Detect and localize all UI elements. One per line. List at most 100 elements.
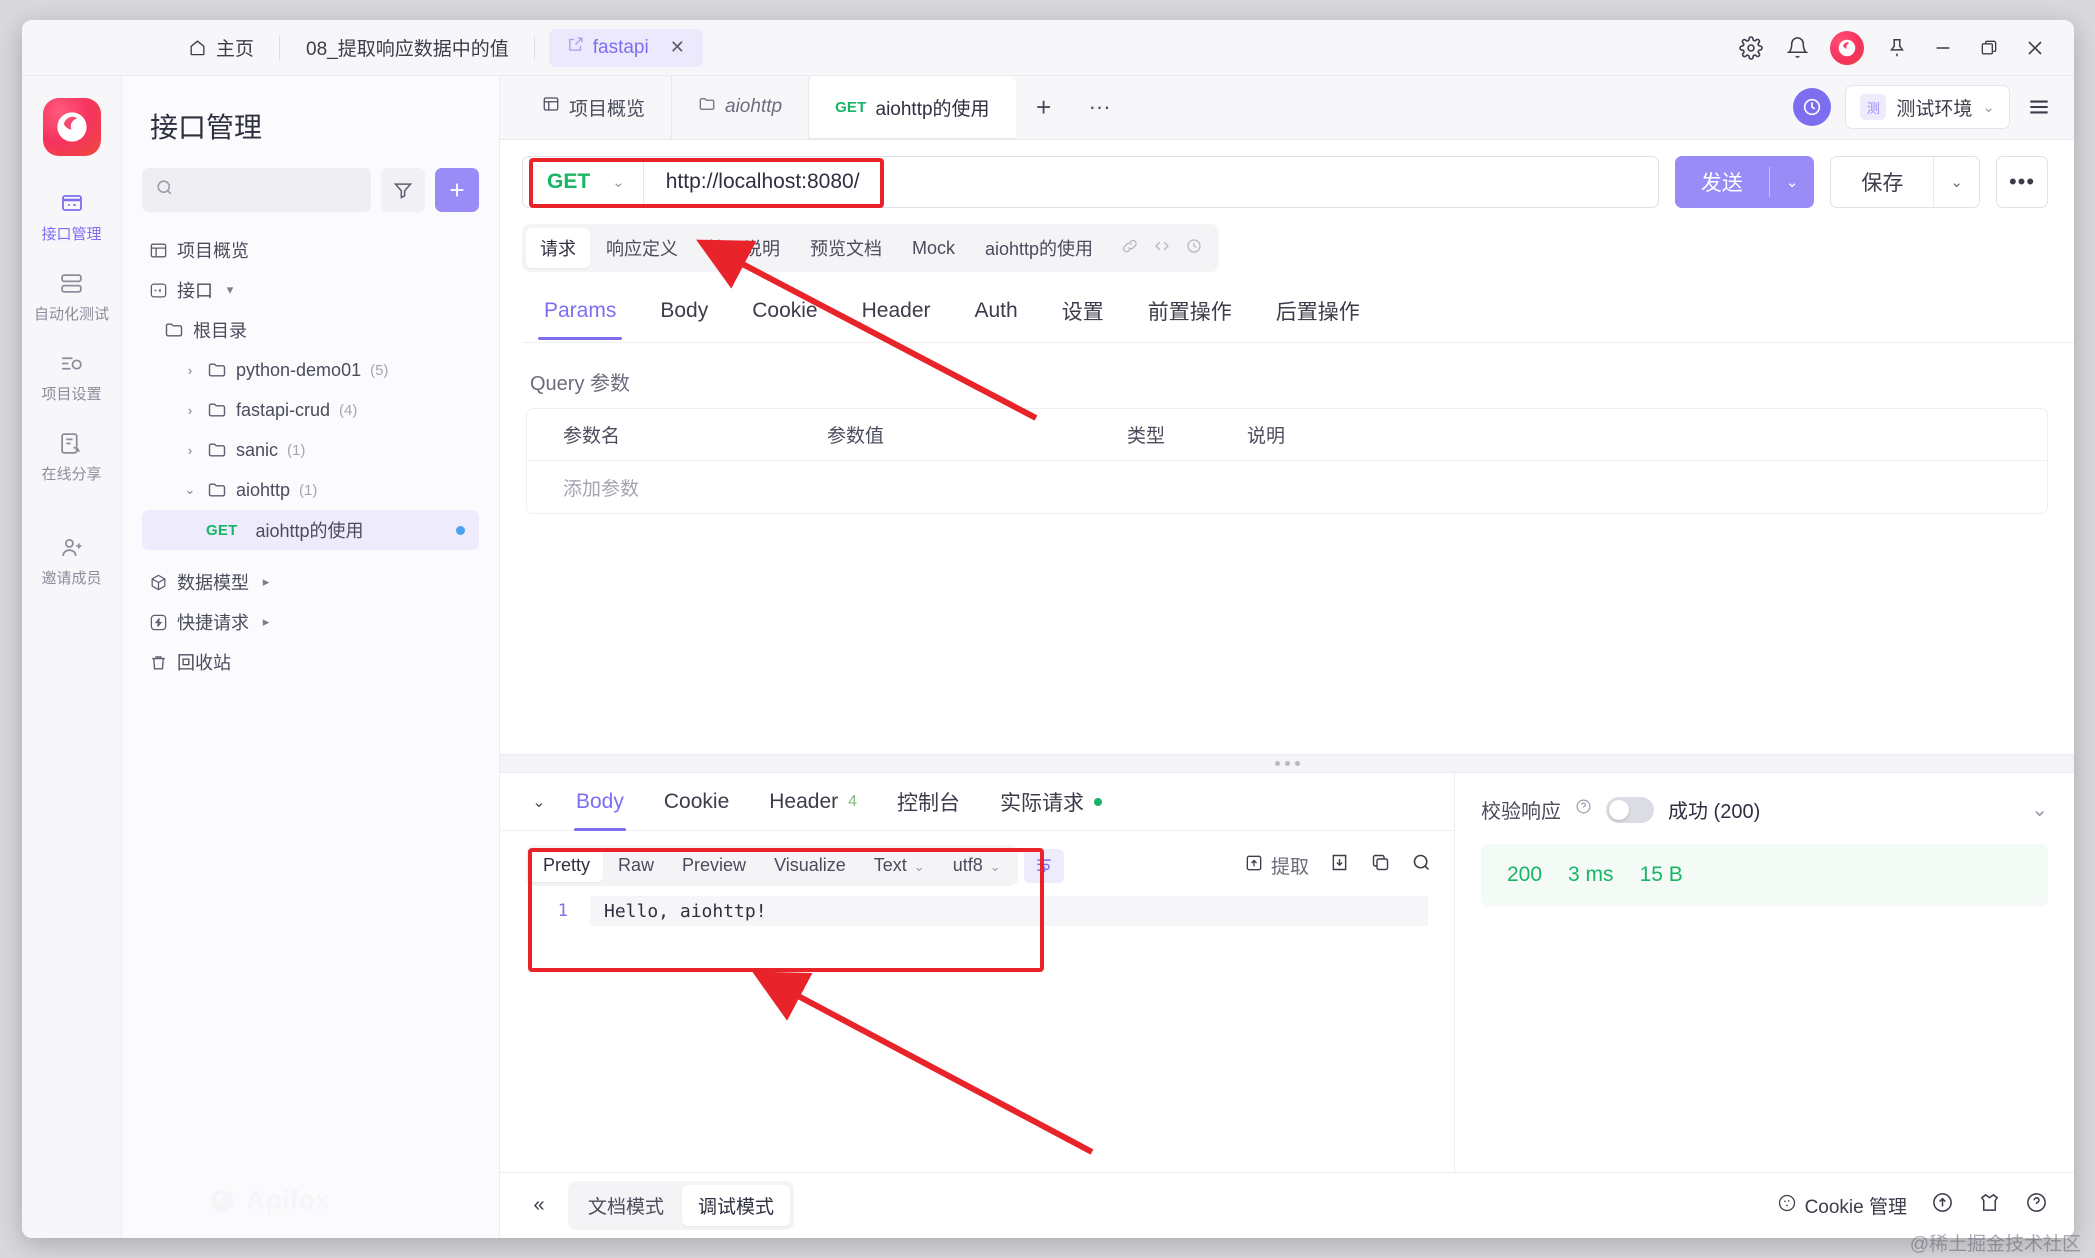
add-button[interactable]	[435, 168, 479, 212]
tab-auth[interactable]: Auth	[953, 289, 1040, 339]
help-icon[interactable]	[1575, 798, 1592, 821]
tree-node-data-model[interactable]: 数据模型 ▸	[142, 562, 479, 602]
titlebar-project-tab[interactable]: fastapi ✕	[548, 28, 703, 67]
url-field[interactable]: GET ⌄ http://localhost:8080/	[522, 156, 1659, 208]
help-circle-icon[interactable]	[2025, 1191, 2048, 1220]
viewer-preview[interactable]: Preview	[669, 849, 759, 882]
tree-node-fastapi-crud[interactable]: › fastapi-crud (4)	[142, 390, 479, 430]
verify-toggle[interactable]	[1606, 796, 1654, 823]
search-icon[interactable]	[1411, 852, 1432, 879]
viewer-encoding-select[interactable]: utf8 ⌄	[940, 849, 1014, 882]
tab-body[interactable]: Body	[638, 289, 730, 339]
more-actions-button[interactable]: •••	[1996, 156, 2048, 208]
viewer-pretty[interactable]: Pretty	[530, 849, 604, 882]
copy-icon[interactable]	[1370, 852, 1391, 879]
tab-project-overview[interactable]: 项目概览	[516, 75, 673, 139]
tab-pre-operation[interactable]: 前置操作	[1126, 286, 1254, 342]
response-body-code[interactable]: 1 Hello, aiohttp!	[526, 896, 1428, 1172]
titlebar-home-tab[interactable]: 主页	[162, 20, 281, 75]
chevron-right-icon[interactable]: ›	[182, 443, 198, 458]
chevron-right-icon[interactable]: ›	[182, 403, 198, 418]
viewer-visualize[interactable]: Visualize	[761, 849, 859, 882]
close-icon[interactable]: ✕	[670, 37, 685, 58]
panel-splitter[interactable]	[500, 754, 2074, 772]
add-param-placeholder[interactable]: 添加参数	[527, 474, 827, 501]
tree-node-overview[interactable]: 项目概览	[142, 230, 479, 270]
add-tab-button[interactable]: +	[1016, 75, 1072, 139]
chevron-down-icon[interactable]: ⌄	[1934, 173, 1979, 191]
download-icon[interactable]	[1329, 852, 1350, 879]
viewer-raw[interactable]: Raw	[605, 849, 667, 882]
sidebar-item-online-share[interactable]: 在线分享	[22, 430, 121, 484]
tab-settings[interactable]: 设置	[1040, 286, 1126, 342]
tab-post-operation[interactable]: 后置操作	[1254, 286, 1382, 342]
wrap-icon[interactable]	[1023, 848, 1064, 883]
tab-header[interactable]: Header	[840, 289, 953, 339]
link-icon[interactable]	[1121, 237, 1139, 260]
chevron-right-icon[interactable]: ▸	[258, 614, 274, 630]
tree-item-api-aiohttp-usage[interactable]: GET aiohttp的使用	[142, 510, 479, 550]
tree-node-recycle-bin[interactable]: 回收站	[142, 642, 479, 682]
tab-mock[interactable]: Mock	[898, 231, 969, 266]
filter-icon[interactable]	[381, 168, 425, 212]
chevron-down-icon[interactable]: ⌄	[1770, 173, 1815, 191]
method-select[interactable]: GET ⌄	[523, 157, 644, 207]
upload-circle-icon[interactable]	[1931, 1191, 1954, 1220]
bell-icon[interactable]	[1774, 25, 1820, 71]
viewer-format-select[interactable]: Text ⌄	[861, 849, 938, 882]
sidebar-item-invite-member[interactable]: 邀请成员	[22, 534, 121, 588]
hamburger-icon[interactable]	[2024, 92, 2054, 122]
maximize-button[interactable]	[1966, 25, 2012, 71]
chevron-down-icon[interactable]: ⌄	[182, 482, 198, 498]
tab-request[interactable]: 请求	[526, 228, 590, 268]
chevron-right-icon[interactable]: ▸	[258, 574, 274, 590]
collapse-sidebar-icon[interactable]: «	[516, 1194, 562, 1217]
response-tab-actual-request[interactable]: 实际请求	[980, 773, 1122, 831]
environment-select[interactable]: 测 测试环境 ⌄	[1845, 85, 2010, 129]
avatar[interactable]	[1830, 30, 1864, 65]
url-input[interactable]: http://localhost:8080/	[644, 170, 860, 194]
response-tab-body[interactable]: Body	[556, 773, 644, 831]
mode-doc[interactable]: 文档模式	[572, 1185, 680, 1226]
clock-icon[interactable]	[1185, 237, 1203, 260]
extract-button[interactable]: 提取	[1244, 852, 1309, 879]
chevron-down-icon[interactable]: ⌄	[2031, 797, 2048, 822]
search-input-wrapper[interactable]	[142, 168, 371, 212]
tab-response-def[interactable]: 响应定义	[592, 228, 692, 268]
sidebar-item-project-settings[interactable]: 项目设置	[22, 350, 121, 404]
tree-node-python-demo01[interactable]: › python-demo01 (5)	[142, 350, 479, 390]
tree-node-sanic[interactable]: › sanic (1)	[142, 430, 479, 470]
window-close-button[interactable]	[2012, 25, 2058, 71]
cookie-manage-button[interactable]: Cookie 管理	[1777, 1192, 1907, 1219]
tree-node-aiohttp[interactable]: ⌄ aiohttp (1)	[142, 470, 479, 510]
save-button[interactable]: 保存 ⌄	[1830, 156, 1980, 208]
tab-api-name[interactable]: aiohttp的使用	[971, 228, 1107, 268]
sidebar-item-api-management[interactable]: 接口管理	[22, 190, 121, 244]
chevron-right-icon[interactable]: ›	[182, 363, 198, 378]
shirt-icon[interactable]	[1978, 1191, 2001, 1220]
send-button[interactable]: 发送 ⌄	[1674, 156, 1815, 208]
sidebar-item-auto-test[interactable]: 自动化测试	[22, 270, 121, 324]
tree-node-root-folder[interactable]: 根目录	[142, 310, 479, 350]
tree-node-api-group[interactable]: 接口 ▾	[142, 270, 479, 310]
tab-params[interactable]: Params	[522, 289, 638, 340]
tab-cookie[interactable]: Cookie	[730, 289, 839, 339]
tab-preview-doc[interactable]: 预览文档	[796, 228, 896, 268]
sync-icon[interactable]	[1793, 88, 1832, 126]
chevron-down-icon[interactable]: ⌄	[1982, 98, 1995, 116]
mode-debug[interactable]: 调试模式	[682, 1185, 791, 1226]
response-tab-cookie[interactable]: Cookie	[644, 773, 749, 831]
code-icon[interactable]	[1153, 237, 1171, 260]
table-row[interactable]: 添加参数	[527, 461, 2047, 513]
search-input[interactable]	[182, 181, 358, 199]
chevron-down-icon[interactable]: ▾	[222, 282, 238, 298]
chevron-down-icon[interactable]: ⌄	[612, 173, 625, 191]
response-tab-header[interactable]: Header 4	[749, 773, 877, 831]
tab-aiohttp-usage[interactable]: GET aiohttp的使用	[809, 75, 1016, 139]
response-tab-console[interactable]: 控制台	[877, 773, 980, 831]
gear-icon[interactable]	[1728, 25, 1774, 71]
tab-aiohttp-folder[interactable]: aiohttp	[672, 75, 810, 139]
pin-icon[interactable]	[1874, 25, 1920, 71]
titlebar-doc-tab[interactable]: 08_提取响应数据中的值	[280, 20, 535, 75]
tab-api-description[interactable]: 接口说明	[694, 228, 794, 268]
